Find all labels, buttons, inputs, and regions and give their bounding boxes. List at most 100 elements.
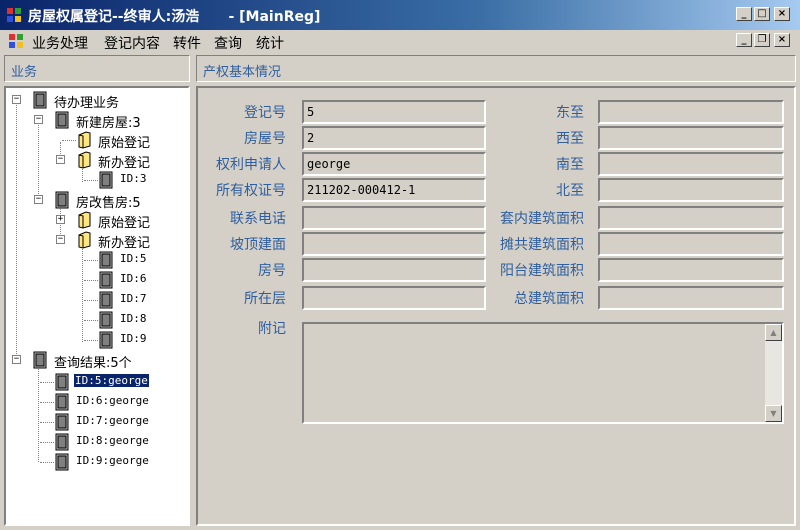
property-panel-header: 产权基本情况 xyxy=(196,55,796,82)
reg-no-field[interactable]: 5 xyxy=(302,100,486,124)
tree-node-reform-house[interactable]: − 房改售房:5 xyxy=(32,190,188,211)
close-button[interactable]: × xyxy=(774,7,790,21)
certificate-no-field[interactable]: 211202-000412-1 xyxy=(302,178,486,202)
tree-node-id-5[interactable]: ID:5 xyxy=(76,250,188,270)
tree-label: ID:8:george xyxy=(76,434,149,447)
east-field[interactable] xyxy=(598,100,784,124)
tree-label: 新办登记 xyxy=(98,156,151,171)
tree-node-id-6[interactable]: ID:6 xyxy=(76,270,188,290)
label-room-no: 房号 xyxy=(258,263,286,279)
tree-node-pending[interactable]: − 待办理业务 xyxy=(10,90,188,111)
folder-icon xyxy=(78,211,91,229)
device-icon xyxy=(55,111,69,129)
floor-field[interactable] xyxy=(302,286,486,310)
balcony-area-field[interactable] xyxy=(598,258,784,282)
app-icon xyxy=(7,8,21,22)
menu-query[interactable]: 查询 xyxy=(214,33,242,53)
folder-icon xyxy=(78,131,91,149)
title-bar: 房屋权属登记--终审人:汤浩 - [MainReg] _ □ × xyxy=(0,0,800,30)
label-phone: 联系电话 xyxy=(230,211,286,227)
tree-node-new-house-original[interactable]: 原始登记 xyxy=(54,130,188,151)
folder-icon xyxy=(78,151,91,169)
menu-transfer[interactable]: 转件 xyxy=(173,33,201,53)
collapse-toggle[interactable]: − xyxy=(34,115,43,124)
mdi-restore-button[interactable]: ❐ xyxy=(754,33,770,47)
tree-label: ID:9:george xyxy=(76,454,149,467)
slope-area-field[interactable] xyxy=(302,232,486,256)
tree-node-id-3[interactable]: ID:3 xyxy=(76,170,188,190)
device-icon xyxy=(55,413,69,431)
remarks-textarea[interactable]: ▲ ▼ xyxy=(302,322,784,424)
west-field[interactable] xyxy=(598,126,784,150)
phone-field[interactable] xyxy=(302,206,486,230)
tree-node-id-9[interactable]: ID:9 xyxy=(76,330,188,350)
maximize-button[interactable]: □ xyxy=(754,7,770,21)
collapse-toggle[interactable]: − xyxy=(56,155,65,164)
business-panel-header: 业务 xyxy=(4,55,190,82)
tree-label: ID:3 xyxy=(120,172,147,185)
collapse-toggle[interactable]: − xyxy=(34,195,43,204)
business-tree[interactable]: − 待办理业务 − 新建房屋:3 原始登记 − 新办登记 ID:3 − 房改售房… xyxy=(4,86,190,526)
device-icon xyxy=(55,393,69,411)
label-slope-area: 坡顶建面 xyxy=(230,237,286,253)
tree-node-reform-original[interactable]: + 原始登记 xyxy=(54,210,188,231)
collapse-toggle[interactable]: − xyxy=(56,235,65,244)
north-field[interactable] xyxy=(598,178,784,202)
south-field[interactable] xyxy=(598,152,784,176)
total-area-field[interactable] xyxy=(598,286,784,310)
device-icon xyxy=(99,291,113,309)
tree-label: 查询结果:5个 xyxy=(54,356,132,371)
tree-node-result-9[interactable]: ID:9:george xyxy=(32,452,188,472)
tree-node-result-5[interactable]: ID:5:george xyxy=(32,372,188,392)
tree-label: 待办理业务 xyxy=(54,96,120,111)
device-icon xyxy=(55,433,69,451)
expand-toggle[interactable]: + xyxy=(56,215,65,224)
property-form: 登记号 5 房屋号 2 权利申请人 george 所有权证号 211202-00… xyxy=(196,86,796,526)
tree-node-result-6[interactable]: ID:6:george xyxy=(32,392,188,412)
tree-node-result-8[interactable]: ID:8:george xyxy=(32,432,188,452)
collapse-toggle[interactable]: − xyxy=(12,355,21,364)
collapse-toggle[interactable]: − xyxy=(12,95,21,104)
scroll-up-icon[interactable]: ▲ xyxy=(765,324,782,341)
tree-node-reform-new[interactable]: − 新办登记 xyxy=(54,230,188,251)
tree-label: ID:7:george xyxy=(76,414,149,427)
label-remarks: 附记 xyxy=(258,321,286,337)
label-applicant: 权利申请人 xyxy=(216,157,286,173)
inner-area-field[interactable] xyxy=(598,206,784,230)
label-west: 西至 xyxy=(556,131,584,147)
tree-node-query-results[interactable]: − 查询结果:5个 xyxy=(10,350,188,371)
tree-node-result-7[interactable]: ID:7:george xyxy=(32,412,188,432)
tree-node-id-8[interactable]: ID:8 xyxy=(76,310,188,330)
scroll-down-icon[interactable]: ▼ xyxy=(765,405,782,422)
label-total-area: 总建筑面积 xyxy=(514,291,584,307)
remarks-scrollbar[interactable]: ▲ ▼ xyxy=(765,324,782,422)
tree-label: ID:5 xyxy=(120,252,147,265)
room-no-field[interactable] xyxy=(302,258,486,282)
mdi-close-button[interactable]: × xyxy=(774,33,790,47)
label-shared-area: 摊共建筑面积 xyxy=(500,237,584,253)
minimize-button[interactable]: _ xyxy=(736,7,752,21)
menu-registration[interactable]: 登记内容 xyxy=(104,33,160,53)
device-icon xyxy=(55,373,69,391)
device-icon xyxy=(33,91,47,109)
tree-node-new-house[interactable]: − 新建房屋:3 xyxy=(32,110,188,131)
menu-business[interactable]: 业务处理 xyxy=(32,33,88,53)
mdi-minimize-button[interactable]: _ xyxy=(736,33,752,47)
device-icon xyxy=(33,351,47,369)
mdi-child-icon xyxy=(9,34,23,48)
menu-statistics[interactable]: 统计 xyxy=(256,33,284,53)
applicant-field[interactable]: george xyxy=(302,152,486,176)
label-reg-no: 登记号 xyxy=(244,105,286,121)
shared-area-field[interactable] xyxy=(598,232,784,256)
tree-node-new-house-new[interactable]: − 新办登记 xyxy=(54,150,188,171)
label-floor: 所在层 xyxy=(244,291,286,307)
label-south: 南至 xyxy=(556,157,584,173)
tree-label: 原始登记 xyxy=(98,136,151,151)
tree-label: 新建房屋:3 xyxy=(76,116,141,131)
label-north: 北至 xyxy=(556,183,584,199)
device-icon xyxy=(99,171,113,189)
house-no-field[interactable]: 2 xyxy=(302,126,486,150)
device-icon xyxy=(99,311,113,329)
tree-label: ID:7 xyxy=(120,292,147,305)
tree-node-id-7[interactable]: ID:7 xyxy=(76,290,188,310)
